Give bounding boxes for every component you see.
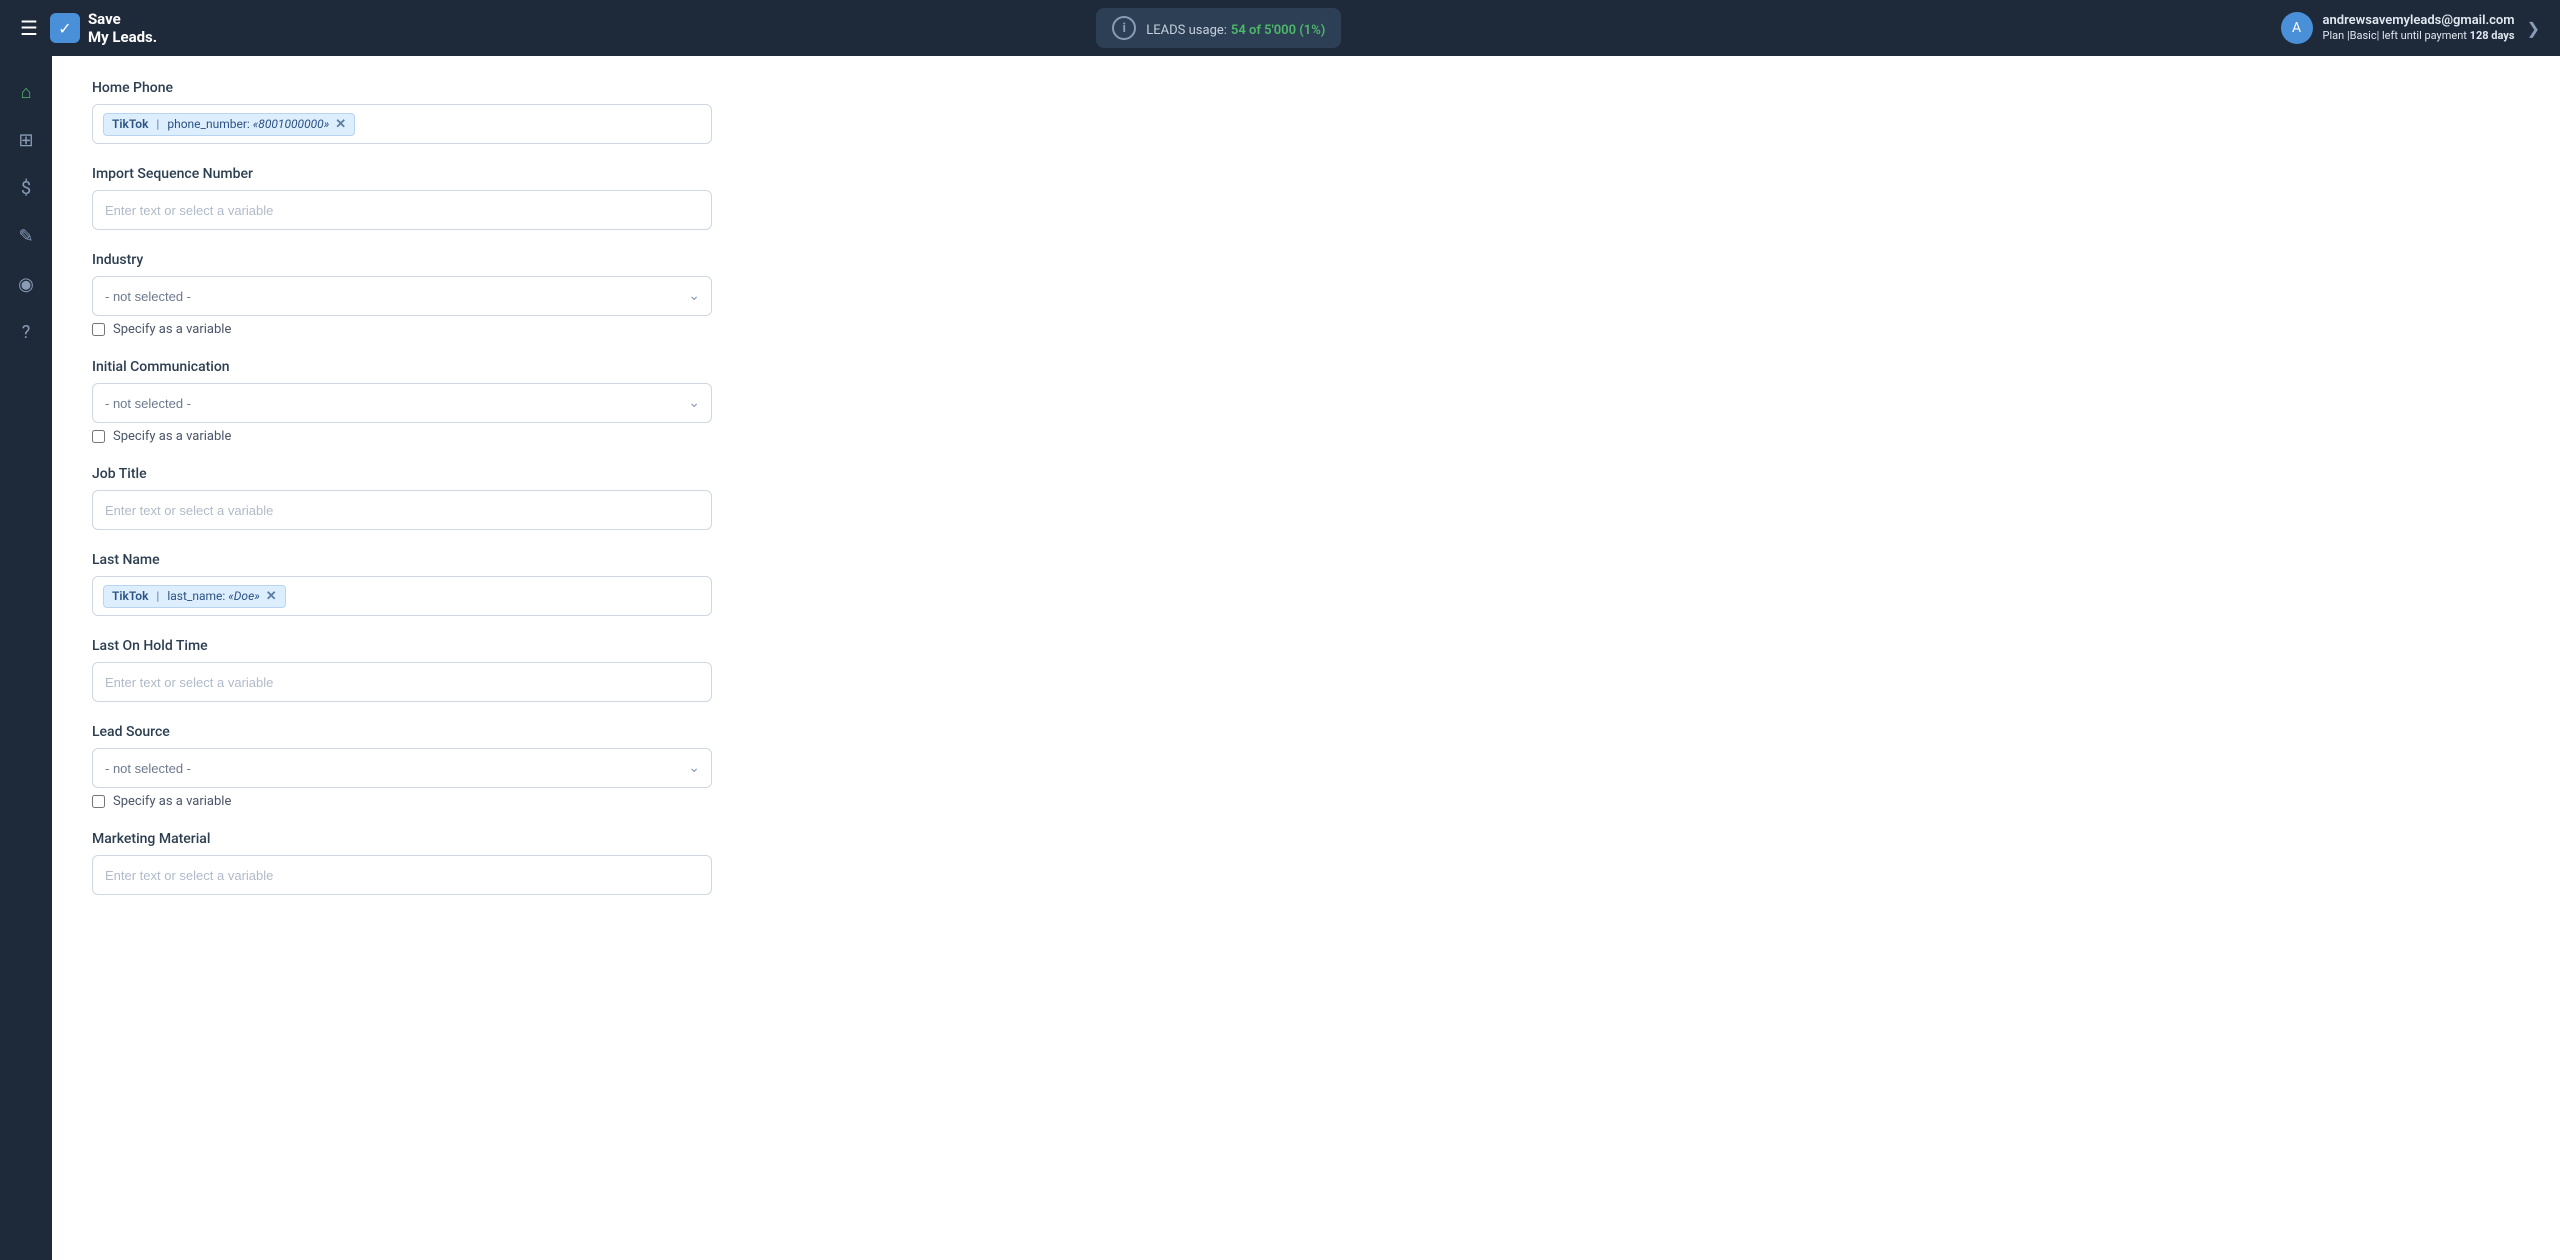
nav-left: ☰ ✓ Save My Leads.: [20, 10, 157, 46]
field-last-on-hold-time: Last On Hold Time: [92, 638, 2520, 702]
nav-center: i LEADS usage: 54 of 5'000 (1%): [1096, 8, 1341, 48]
lead-source-specify-variable-label: Specify as a variable: [113, 794, 231, 809]
industry-checkbox-row: Specify as a variable: [92, 322, 2520, 337]
sidebar-item-account[interactable]: ◉: [6, 264, 46, 304]
field-home-phone: Home Phone TikTok | phone_number: «80010…: [92, 80, 2520, 144]
sidebar-item-tools[interactable]: ✎: [6, 216, 46, 256]
lead-source-select[interactable]: - not selected -: [92, 748, 712, 788]
initial-communication-specify-variable-label: Specify as a variable: [113, 429, 231, 444]
industry-specify-variable-label: Specify as a variable: [113, 322, 231, 337]
sidebar-item-home[interactable]: ⌂: [6, 72, 46, 112]
initial-communication-checkbox-row: Specify as a variable: [92, 429, 2520, 444]
lead-source-select-wrapper: - not selected - ⌄: [92, 748, 712, 788]
logo-icon: ✓: [50, 13, 80, 43]
user-menu-chevron-icon[interactable]: ❯: [2527, 19, 2540, 38]
main-layout: ⌂ ⊞ $ ✎ ◉ ? Home Phone TikTok | phone_nu…: [0, 56, 2560, 1260]
hamburger-menu-icon[interactable]: ☰: [20, 16, 38, 40]
label-job-title: Job Title: [92, 466, 2520, 482]
app-name: Save My Leads.: [88, 10, 157, 46]
sidebar: ⌂ ⊞ $ ✎ ◉ ?: [0, 56, 52, 1260]
info-icon: i: [1112, 16, 1136, 40]
last-name-tag-remove-icon[interactable]: ✕: [266, 589, 277, 604]
industry-select-wrapper: - not selected - ⌄: [92, 276, 712, 316]
last-name-tag-input[interactable]: TikTok | last_name: «Doe» ✕: [92, 576, 712, 616]
label-marketing-material: Marketing Material: [92, 831, 2520, 847]
field-job-title: Job Title: [92, 466, 2520, 530]
marketing-material-input[interactable]: [92, 855, 712, 895]
leads-usage-text: LEADS usage: 54 of 5'000 (1%): [1146, 19, 1325, 38]
top-navigation: ☰ ✓ Save My Leads. i LEADS usage: 54 of …: [0, 0, 2560, 56]
label-home-phone: Home Phone: [92, 80, 2520, 96]
sidebar-item-integrations[interactable]: ⊞: [6, 120, 46, 160]
field-import-sequence: Import Sequence Number: [92, 166, 2520, 230]
field-industry: Industry - not selected - ⌄ Specify as a…: [92, 252, 2520, 337]
label-industry: Industry: [92, 252, 2520, 268]
label-import-sequence: Import Sequence Number: [92, 166, 2520, 182]
field-lead-source: Lead Source - not selected - ⌄ Specify a…: [92, 724, 2520, 809]
label-last-name: Last Name: [92, 552, 2520, 568]
content-area: Home Phone TikTok | phone_number: «80010…: [52, 56, 2560, 1260]
job-title-input[interactable]: [92, 490, 712, 530]
industry-specify-variable-checkbox[interactable]: [92, 323, 105, 336]
last-on-hold-time-input[interactable]: [92, 662, 712, 702]
nav-right: A andrewsavemyleads@gmail.com Plan |Basi…: [2281, 12, 2540, 44]
field-last-name: Last Name TikTok | last_name: «Doe» ✕: [92, 552, 2520, 616]
field-marketing-material: Marketing Material: [92, 831, 2520, 895]
import-sequence-input[interactable]: [92, 190, 712, 230]
initial-communication-select[interactable]: - not selected -: [92, 383, 712, 423]
sidebar-item-help[interactable]: ?: [6, 312, 46, 352]
user-avatar: A: [2281, 12, 2313, 44]
label-initial-communication: Initial Communication: [92, 359, 2520, 375]
home-phone-tag: TikTok | phone_number: «8001000000» ✕: [103, 113, 355, 136]
initial-communication-specify-variable-checkbox[interactable]: [92, 430, 105, 443]
logo-area: ✓ Save My Leads.: [50, 10, 157, 46]
label-lead-source: Lead Source: [92, 724, 2520, 740]
form-panel: Home Phone TikTok | phone_number: «80010…: [52, 56, 2560, 1260]
user-area: A andrewsavemyleads@gmail.com Plan |Basi…: [2281, 12, 2515, 44]
industry-select[interactable]: - not selected -: [92, 276, 712, 316]
lead-source-specify-variable-checkbox[interactable]: [92, 795, 105, 808]
home-phone-tag-remove-icon[interactable]: ✕: [335, 117, 346, 132]
lead-source-checkbox-row: Specify as a variable: [92, 794, 2520, 809]
last-name-tag: TikTok | last_name: «Doe» ✕: [103, 585, 286, 608]
leads-usage-box: i LEADS usage: 54 of 5'000 (1%): [1096, 8, 1341, 48]
home-phone-tag-input[interactable]: TikTok | phone_number: «8001000000» ✕: [92, 104, 712, 144]
label-last-on-hold-time: Last On Hold Time: [92, 638, 2520, 654]
initial-communication-select-wrapper: - not selected - ⌄: [92, 383, 712, 423]
field-initial-communication: Initial Communication - not selected - ⌄…: [92, 359, 2520, 444]
user-info: andrewsavemyleads@gmail.com Plan |Basic|…: [2323, 13, 2515, 43]
sidebar-item-billing[interactable]: $: [6, 168, 46, 208]
